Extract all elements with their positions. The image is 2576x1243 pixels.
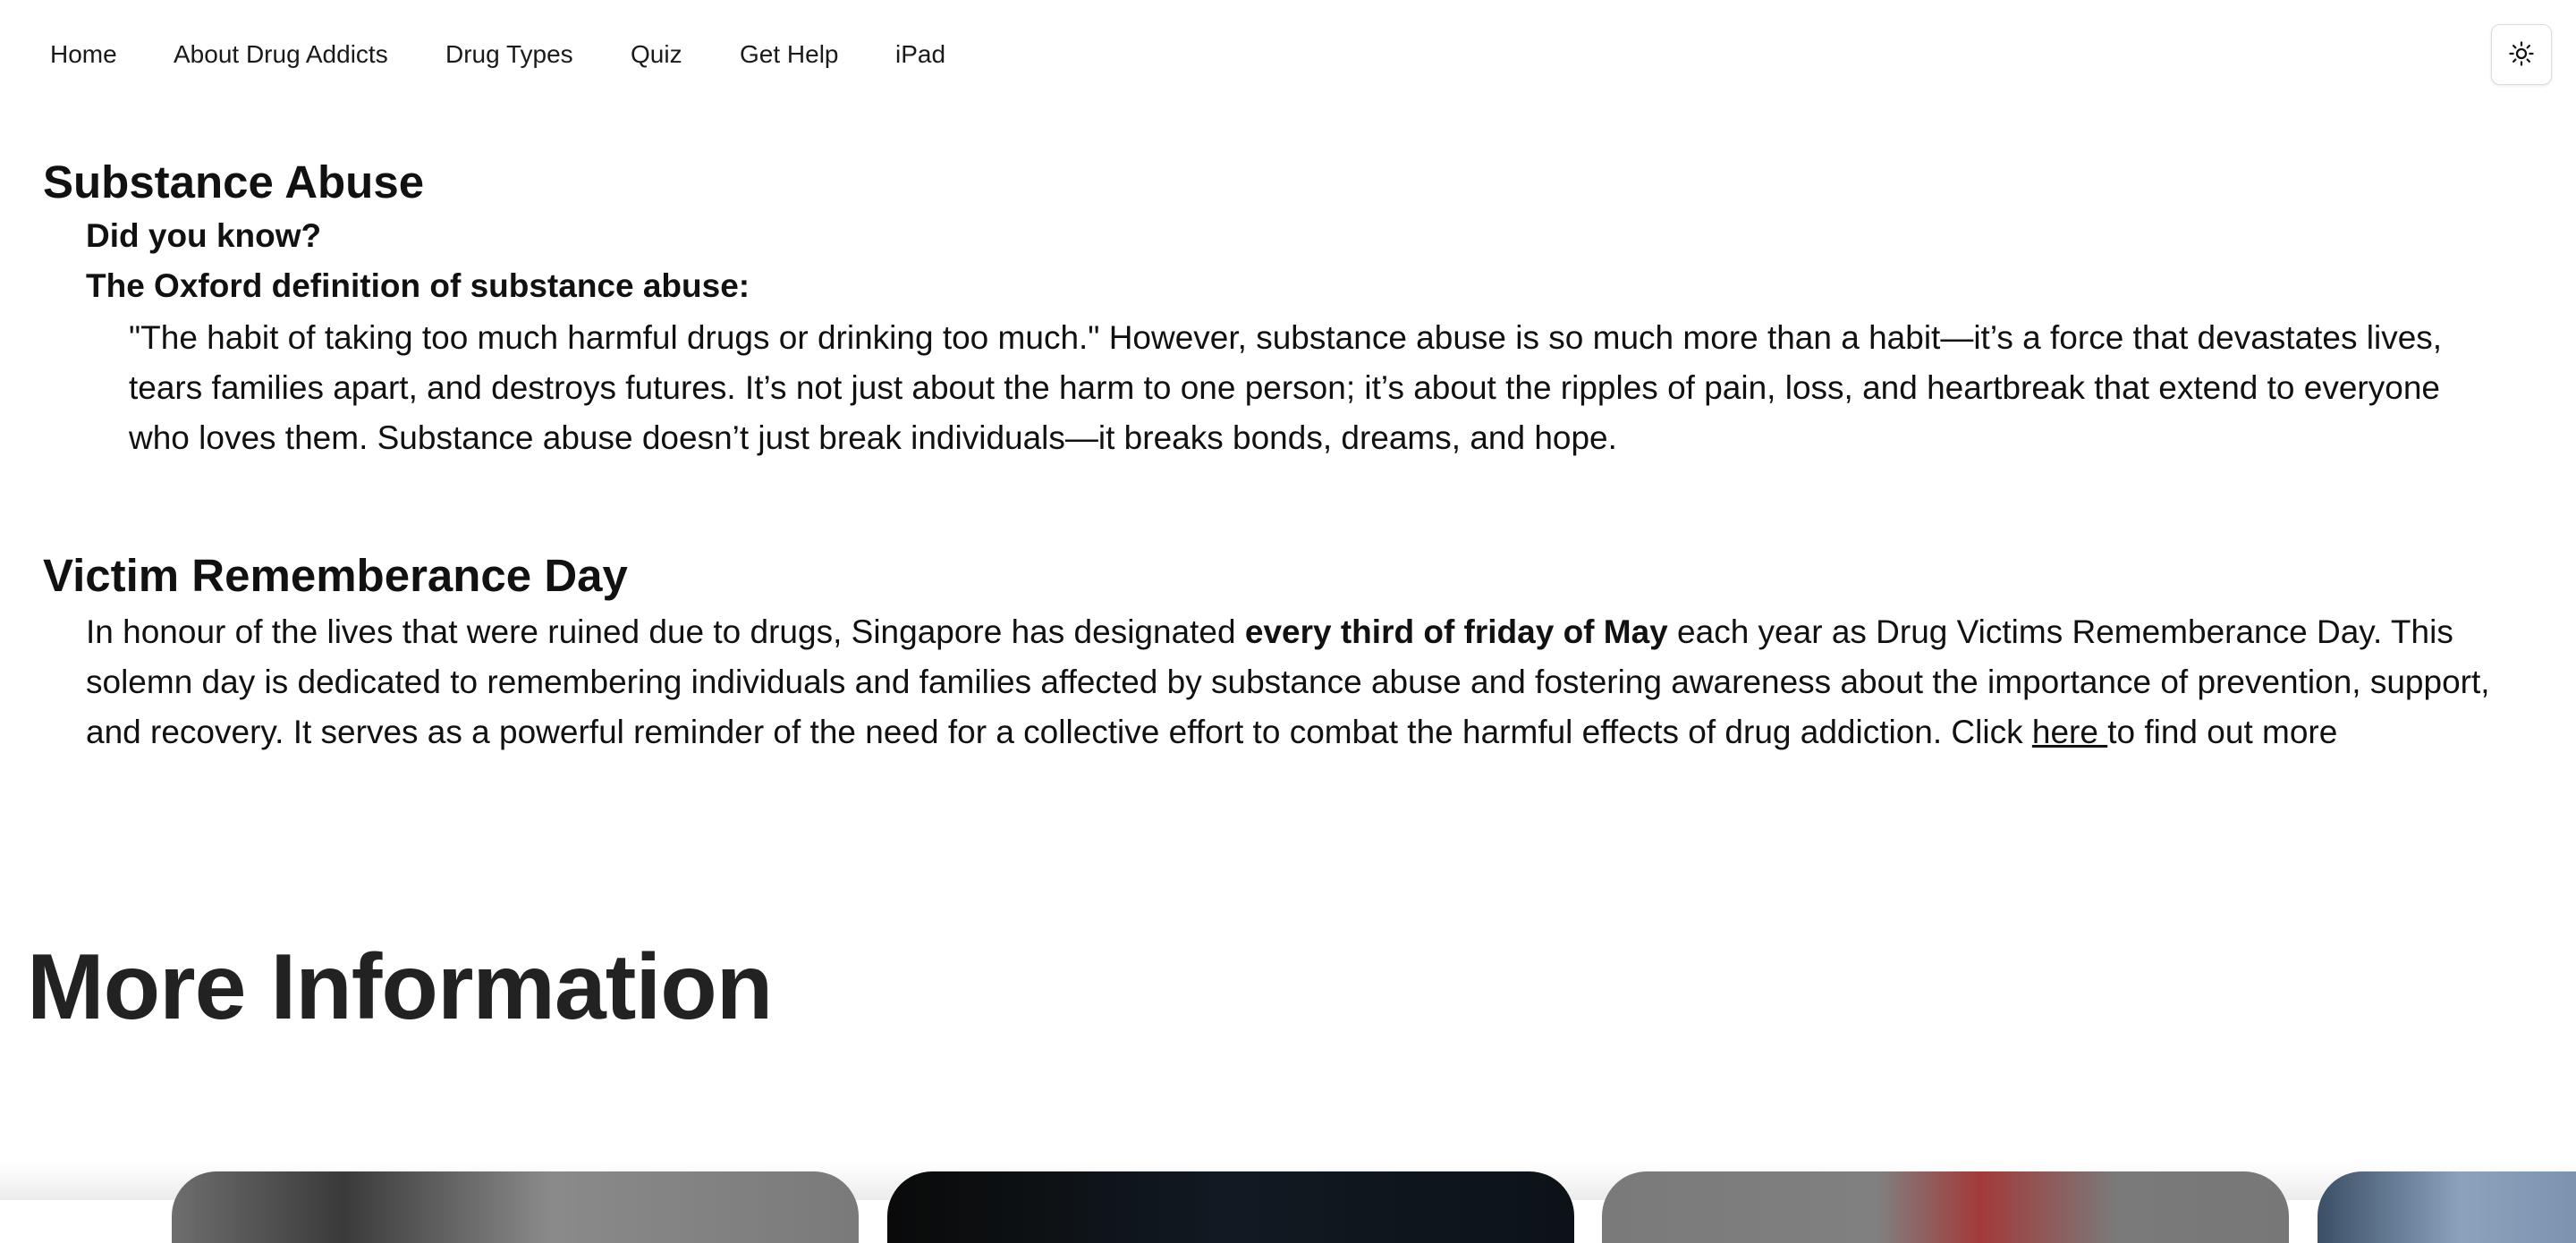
oxford-definition-heading: The Oxford definition of substance abuse… xyxy=(86,267,750,304)
info-card-3[interactable] xyxy=(1602,1171,2289,1243)
nav-get-help[interactable]: Get Help xyxy=(740,40,839,69)
victim-rememberance-paragraph: In honour of the lives that were ruined … xyxy=(86,607,2519,757)
nav-quiz[interactable]: Quiz xyxy=(631,40,682,69)
info-card-4[interactable] xyxy=(2318,1171,2576,1243)
substance-abuse-title: Substance Abuse xyxy=(43,156,425,207)
nav-home[interactable]: Home xyxy=(50,40,117,69)
victim-rememberance-title: Victim Rememberance Day xyxy=(43,550,628,601)
nav-drug-types[interactable]: Drug Types xyxy=(445,40,573,69)
info-card-2[interactable] xyxy=(887,1171,1574,1243)
substance-abuse-paragraph: "The habit of taking too much harmful dr… xyxy=(129,319,2443,456)
victim-text-before: In honour of the lives that were ruined … xyxy=(86,613,1245,650)
top-nav: Home About Drug Addicts Drug Types Quiz … xyxy=(0,0,2576,109)
nav-ipad[interactable]: iPad xyxy=(895,40,945,69)
did-you-know-heading: Did you know? xyxy=(86,217,322,254)
victim-text-end: to find out more xyxy=(2107,714,2338,750)
victim-date-bold: every third of friday of May xyxy=(1244,613,1668,650)
info-card-1[interactable] xyxy=(172,1171,859,1243)
more-information-title: More Information xyxy=(27,935,773,1039)
nav-about-drug-addicts[interactable]: About Drug Addicts xyxy=(174,40,388,69)
theme-toggle-button[interactable] xyxy=(2491,24,2552,85)
here-link[interactable]: here xyxy=(2032,714,2107,750)
sun-icon xyxy=(2508,40,2535,70)
